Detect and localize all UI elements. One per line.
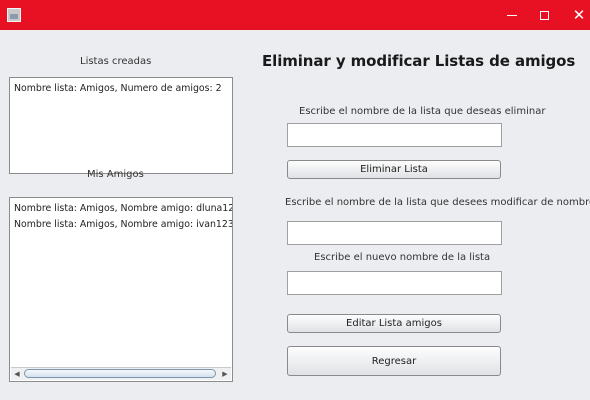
delete-prompt-label: Escribe el nombre de la lista que deseas…: [299, 106, 546, 117]
window-titlebar: ✕: [0, 0, 590, 30]
close-icon: ✕: [572, 6, 586, 24]
list-item[interactable]: Nombre lista: Amigos, Nombre amigo: ivan…: [10, 217, 232, 233]
close-button[interactable]: ✕: [556, 0, 590, 30]
new-name-input[interactable]: [287, 271, 502, 295]
friends-listbox[interactable]: Nombre lista: Amigos, Nombre amigo: dlun…: [9, 197, 233, 382]
horizontal-scrollbar[interactable]: ◀ ▶: [11, 367, 231, 380]
minimize-icon: [507, 14, 517, 16]
back-button[interactable]: Regresar: [287, 346, 501, 376]
modify-list-input[interactable]: [287, 221, 502, 245]
scroll-left-icon[interactable]: ◀: [11, 368, 23, 380]
delete-list-button[interactable]: Eliminar Lista: [287, 160, 501, 179]
maximize-icon: [539, 10, 549, 20]
java-app-icon: [7, 8, 21, 22]
friends-label: Mis Amigos: [87, 169, 144, 180]
created-lists-label: Listas creadas: [80, 56, 152, 67]
list-item[interactable]: Nombre lista: Amigos, Nombre amigo: dlun…: [10, 201, 232, 217]
page-title: Eliminar y modificar Listas de amigos: [262, 52, 576, 70]
main-content: Listas creadas Nombre lista: Amigos, Num…: [0, 30, 590, 400]
delete-list-input[interactable]: [287, 123, 502, 147]
scroll-right-icon[interactable]: ▶: [219, 368, 231, 380]
created-lists-listbox[interactable]: Nombre lista: Amigos, Numero de amigos: …: [9, 77, 233, 174]
edit-list-button[interactable]: Editar Lista amigos: [287, 314, 501, 333]
scrollbar-thumb[interactable]: [24, 369, 216, 378]
modify-prompt-label: Escribe el nombre de la lista que desees…: [285, 197, 590, 208]
new-name-prompt-label: Escribe el nuevo nombre de la lista: [314, 252, 491, 263]
list-item[interactable]: Nombre lista: Amigos, Numero de amigos: …: [10, 81, 232, 97]
